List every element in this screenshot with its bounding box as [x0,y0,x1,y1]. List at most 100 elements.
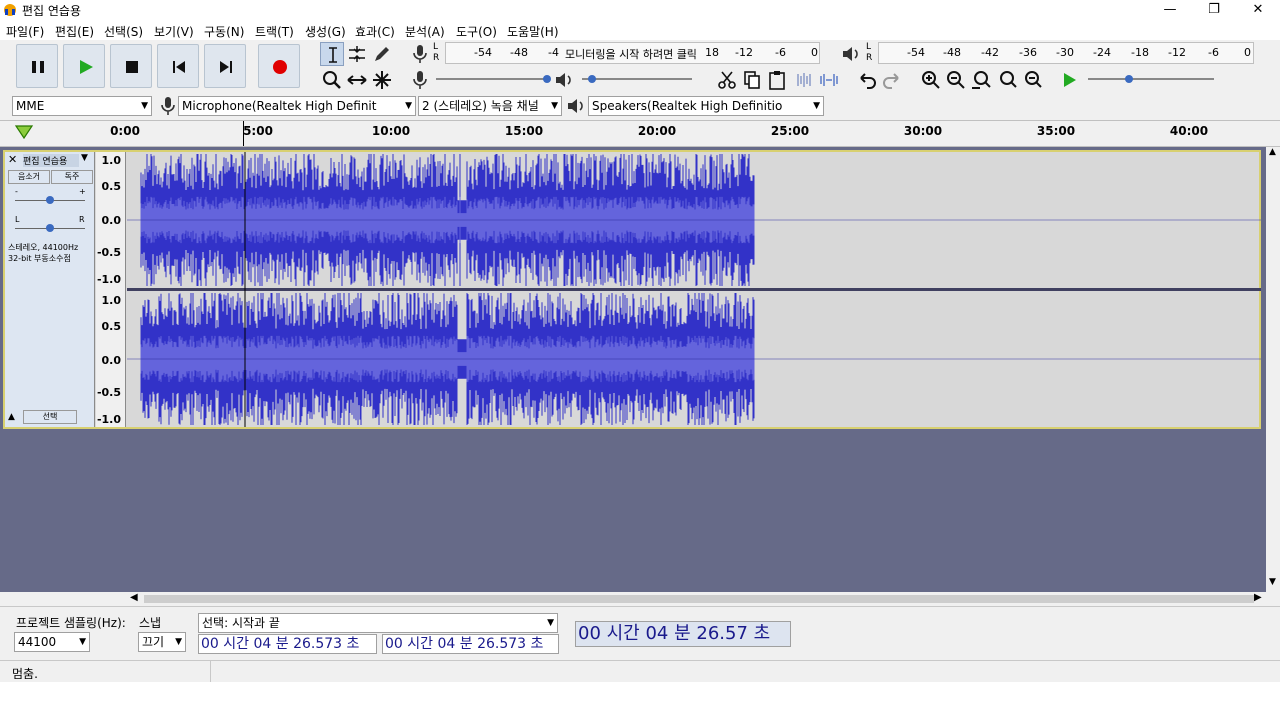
recording-device-select[interactable]: Microphone(Realtek High Definit ▼ [178,96,416,116]
record-volume-slider[interactable] [436,78,546,80]
scroll-thumb[interactable] [144,595,1254,603]
menu-generate[interactable]: 생성(G) [305,23,346,40]
vertical-scrollbar[interactable]: ▲ ▼ [1266,147,1280,592]
track-control-panel: ✕ 편집 연습용 ▼ 음소거 독주 - + L R 스테레오, 44100Hz … [5,152,95,427]
menu-effect[interactable]: 효과(C) [355,23,395,40]
play-speed-thumb[interactable] [1125,75,1133,83]
status-text: 멈춤. [12,667,38,681]
close-button[interactable]: ✕ [1236,0,1280,20]
timeline-ruler[interactable]: 0:00 5:00 10:00 15:00 20:00 25:00 30:00 … [0,120,1280,147]
track-close-icon[interactable]: ✕ [8,153,17,166]
tick-5: 5:00 [243,124,273,138]
restore-button[interactable]: ❐ [1192,0,1236,20]
zoom-out-icon[interactable] [944,68,968,92]
track-name[interactable]: 편집 연습용 [23,154,79,167]
play-head-marker-icon[interactable] [14,124,34,142]
menu-analyze[interactable]: 분석(A) [405,23,445,40]
menu-edit[interactable]: 편집(E) [55,23,94,40]
menu-select[interactable]: 선택(S) [104,23,143,40]
play-button[interactable] [63,44,105,88]
selection-toolbar: 프로젝트 샘플링(Hz): 44100 ▼ 스냅 끄기 ▼ 선택: 시작과 끝 ▼ 0… [0,606,1280,660]
pause-button[interactable] [16,44,58,88]
cut-icon[interactable] [715,68,739,92]
meter-l: L [433,42,439,52]
menu-tracks[interactable]: 트랙(T) [255,23,294,40]
solo-button[interactable]: 독주 [51,170,93,184]
skip-end-button[interactable] [204,44,246,88]
tick-30: 30:00 [903,124,943,138]
play-volume-thumb[interactable] [588,75,596,83]
record-meter-mic-icon[interactable] [408,42,432,66]
select-track-button[interactable]: 선택 [23,410,77,424]
scroll-up-icon[interactable]: ▲ [1269,147,1276,157]
play-speed-slider[interactable] [1088,78,1214,80]
selection-start-time[interactable]: 00 시간 04 분 26.573 초 [198,634,377,654]
gain-thumb[interactable] [46,196,54,204]
horizontal-scrollbar[interactable]: ◀ ▶ [126,592,1266,606]
chevron-down-icon: ▼ [175,637,182,647]
audio-track[interactable]: ✕ 편집 연습용 ▼ 음소거 독주 - + L R 스테레오, 44100Hz … [3,150,1261,429]
zoom-tool-icon[interactable] [320,68,344,92]
selection-end-time[interactable]: 00 시간 04 분 26.573 초 [382,634,559,654]
menu-tools[interactable]: 도구(O) [456,23,497,40]
play-icon [80,60,93,74]
project-rate-select[interactable]: 44100 ▼ [14,632,90,652]
collapse-track-icon[interactable]: ▲ [8,412,15,422]
envelope-tool-icon[interactable] [345,42,369,66]
zoom-toggle-icon[interactable] [1020,68,1044,92]
skip-start-button[interactable] [157,44,199,88]
waveform-display[interactable] [127,152,1261,427]
menu-help[interactable]: 도움말(H) [507,23,559,40]
scroll-right-icon[interactable]: ▶ [1254,592,1262,603]
selection-tool-icon[interactable] [320,42,344,66]
chevron-down-icon: ▼ [547,618,554,628]
chevron-down-icon: ▼ [813,101,820,111]
record-button[interactable] [258,44,300,88]
fit-project-icon[interactable] [995,68,1019,92]
recording-channels-select[interactable]: 2 (스테레오) 녹음 채널 ▼ [418,96,562,116]
empty-area [0,682,1280,719]
play-meter[interactable]: -54 -48 -42 -36 -30 -24 -18 -12 -6 0 [878,42,1254,64]
play-volume-slider[interactable] [582,78,692,80]
toolbar-area: L R -54 -48 -4 모니터링을 시작 하려면 클릭 18 -12 -6… [0,40,1280,120]
mute-button[interactable]: 음소거 [8,170,50,184]
scroll-left-icon[interactable]: ◀ [130,592,138,603]
chevron-down-icon: ▼ [141,101,148,111]
tick-10: 10:00 [371,124,411,138]
audio-host-select[interactable]: MME ▼ [12,96,152,116]
playback-device-select[interactable]: Speakers(Realtek High Definitio ▼ [588,96,824,116]
chevron-down-icon: ▼ [405,101,412,111]
play-meter-speaker-icon[interactable] [839,42,863,66]
timeshift-tool-icon[interactable] [345,68,369,92]
menu-file[interactable]: 파일(F) [6,23,44,40]
play-at-speed-icon[interactable] [1057,68,1081,92]
undo-icon[interactable] [855,68,879,92]
stop-button[interactable] [110,44,152,88]
copy-icon[interactable] [740,68,764,92]
multi-tool-icon[interactable] [370,68,394,92]
record-volume-thumb[interactable] [543,75,551,83]
paste-icon[interactable] [765,68,789,92]
menu-view[interactable]: 보기(V) [154,23,194,40]
scroll-down-icon[interactable]: ▼ [1269,577,1276,587]
snap-select[interactable]: 끄기 ▼ [138,632,186,652]
zoom-in-icon[interactable] [919,68,943,92]
audio-position-time[interactable]: 00 시간 04 분 26.57 초 [575,621,791,647]
draw-tool-icon[interactable] [370,42,394,66]
silence-icon[interactable] [817,68,841,92]
skip-start-icon [173,61,185,73]
menu-transport[interactable]: 구동(N) [204,23,244,40]
chevron-down-icon: ▼ [79,637,86,647]
pan-thumb[interactable] [46,224,54,232]
selection-mode-select[interactable]: 선택: 시작과 끝 ▼ [198,613,558,633]
record-meter[interactable]: -54 -48 -4 모니터링을 시작 하려면 클릭 18 -12 -6 0 [445,42,820,64]
trim-icon[interactable] [792,68,816,92]
project-rate-label: 프로젝트 샘플링(Hz): [16,616,126,630]
fit-selection-icon[interactable] [969,68,993,92]
redo-icon[interactable] [880,68,904,92]
minimize-button[interactable]: — [1148,0,1192,20]
track-area[interactable]: ✕ 편집 연습용 ▼ 음소거 독주 - + L R 스테레오, 44100Hz … [0,147,1266,592]
amplitude-ruler[interactable]: 1.0 0.5 0.0 -0.5 -1.0 1.0 0.5 0.0 -0.5 -… [96,152,126,427]
track-menu-chevron-icon[interactable]: ▼ [81,153,88,163]
stop-icon [126,61,138,73]
